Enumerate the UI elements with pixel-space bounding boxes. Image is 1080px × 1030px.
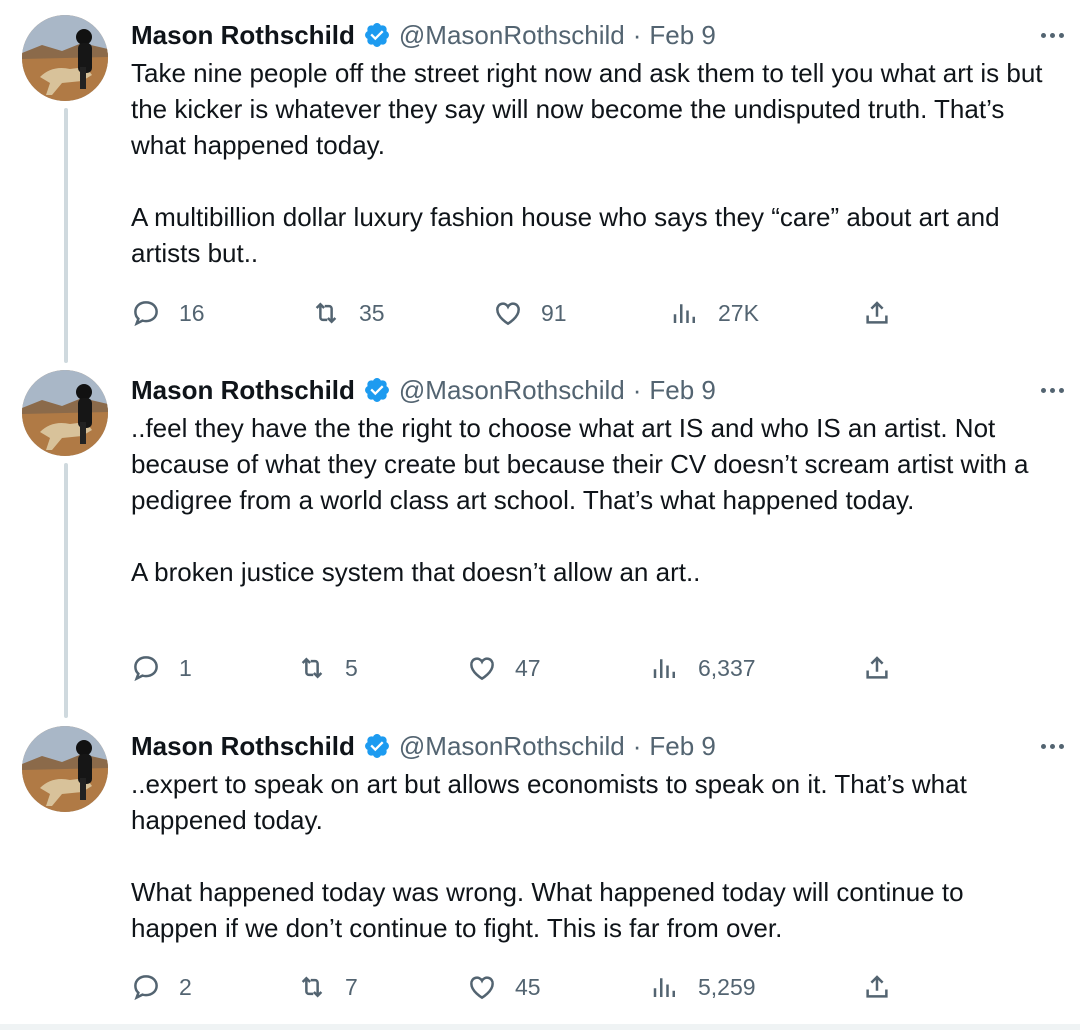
share-icon [866,656,888,679]
tweet-paragraph: What happened today was wrong. What happ… [131,877,964,943]
like-button[interactable]: 45 [467,967,541,1007]
bottom-divider [0,1024,1080,1030]
avatar-image [22,15,108,101]
verified-badge-icon [363,732,391,760]
more-options-icon[interactable] [1032,378,1072,402]
tweet-paragraph: Take nine people off the street right no… [131,58,1043,160]
author-name[interactable]: Mason Rothschild [131,375,355,406]
views-count: 5,259 [698,973,756,1000]
tweet-paragraph: ..feel they have the the right to choose… [131,413,1029,515]
retweet-button[interactable]: 5 [297,648,358,688]
share-button[interactable] [862,293,910,333]
verified-badge-icon [363,21,391,49]
retweet-icon [301,976,323,998]
tweet-date[interactable]: Feb 9 [649,731,716,762]
reply-icon [134,975,158,1001]
retweet-count: 5 [345,654,358,681]
retweet-count: 35 [359,299,385,326]
like-icon [496,302,520,326]
views-icon [673,304,695,323]
verified-badge-icon [363,376,391,404]
share-icon [866,975,888,998]
tweet-paragraph: A multibillion dollar luxury fashion hou… [131,202,1000,268]
tweet-header: Mason Rothschild @MasonRothschild · Feb … [131,15,1050,55]
like-count: 91 [541,299,567,326]
tweet[interactable]: Mason Rothschild @MasonRothschild · Feb … [0,370,1080,700]
like-button[interactable]: 47 [467,648,541,688]
author-name[interactable]: Mason Rothschild [131,20,355,51]
separator-dot: · [632,730,642,761]
reply-count: 16 [179,299,205,326]
reply-icon [134,301,158,327]
like-count: 47 [515,654,541,681]
share-button[interactable] [862,648,910,688]
reply-count: 1 [179,654,192,681]
tweet[interactable]: Mason Rothschild @MasonRothschild · Feb … [0,15,1080,345]
views-icon [653,978,675,997]
tweet-actions: 2 7 45 5,259 [0,967,1080,1007]
separator-dot: · [632,374,642,405]
reply-button[interactable]: 16 [131,293,205,333]
views-button[interactable]: 27K [670,293,759,333]
reply-button[interactable]: 2 [131,967,192,1007]
retweet-icon [315,302,337,324]
reply-count: 2 [179,973,192,1000]
author-handle[interactable]: @MasonRothschild [399,20,625,51]
like-icon [470,976,494,1000]
views-button[interactable]: 6,337 [650,648,756,688]
retweet-button[interactable]: 35 [311,293,385,333]
tweet-text: ..feel they have the the right to choose… [131,410,1050,590]
tweet-actions: 1 5 47 6,337 [0,648,1080,688]
tweet-date[interactable]: Feb 9 [649,20,716,51]
retweet-icon [301,657,323,679]
tweet-paragraph: A broken justice system that doesn’t all… [131,557,701,587]
share-button[interactable] [862,967,910,1007]
avatar[interactable] [22,726,108,812]
more-options-icon[interactable] [1032,734,1072,758]
views-button[interactable]: 5,259 [650,967,756,1007]
avatar-image [22,370,108,456]
avatar[interactable] [22,15,108,101]
tweet-actions: 16 35 91 27K [0,293,1080,333]
views-count: 27K [718,299,759,326]
like-icon [470,657,494,681]
separator-dot: · [632,19,642,50]
author-handle[interactable]: @MasonRothschild [399,731,625,762]
views-count: 6,337 [698,654,756,681]
tweet-date[interactable]: Feb 9 [649,375,716,406]
tweet[interactable]: Mason Rothschild @MasonRothschild · Feb … [0,726,1080,1016]
like-count: 45 [515,973,541,1000]
author-name[interactable]: Mason Rothschild [131,731,355,762]
tweet-text: Take nine people off the street right no… [131,55,1050,271]
tweet-header: Mason Rothschild @MasonRothschild · Feb … [131,726,1050,766]
tweet-header: Mason Rothschild @MasonRothschild · Feb … [131,370,1050,410]
reply-button[interactable]: 1 [131,648,192,688]
tweet-paragraph: ..expert to speak on art but allows econ… [131,769,967,835]
retweet-count: 7 [345,973,358,1000]
more-options-icon[interactable] [1032,23,1072,47]
views-icon [653,659,675,678]
like-button[interactable]: 91 [493,293,567,333]
avatar-image [22,726,108,812]
retweet-button[interactable]: 7 [297,967,358,1007]
avatar[interactable] [22,370,108,456]
tweet-text: ..expert to speak on art but allows econ… [131,766,1050,946]
reply-icon [134,656,158,682]
author-handle[interactable]: @MasonRothschild [399,375,625,406]
share-icon [866,301,888,324]
